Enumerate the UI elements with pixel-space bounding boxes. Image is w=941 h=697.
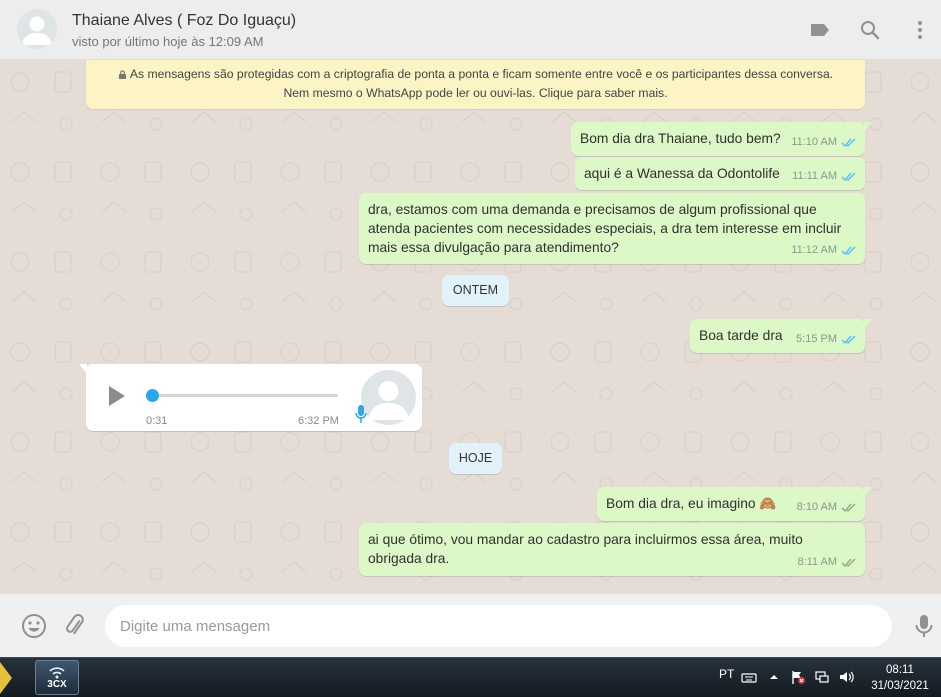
message-text: dra, estamos com uma demanda e precisamo… — [368, 202, 842, 255]
message-outgoing[interactable]: dra, estamos com uma demanda e precisamo… — [359, 193, 865, 264]
contact-avatar[interactable] — [17, 9, 57, 49]
contact-name[interactable]: Thaiane Alves ( Foz Do Iguaçu) — [72, 12, 296, 30]
encryption-notice[interactable]: As mensagens são protegidas com a cripto… — [86, 60, 865, 109]
message-outgoing[interactable]: ai que ótimo, vou mandar ao cadastro par… — [359, 523, 865, 576]
encryption-line-2: Nem mesmo o WhatsApp pode ler ou ouvi-la… — [283, 86, 668, 100]
double-check-read-icon — [841, 138, 856, 147]
encryption-line-1: As mensagens são protegidas com a cripto… — [86, 65, 865, 84]
message-time: 11:12 AM — [791, 244, 837, 256]
chat-header: Thaiane Alves ( Foz Do Iguaçu) visto por… — [0, 0, 941, 60]
message-outgoing[interactable]: aqui é a Wanessa da Odontolife 11:11 AM — [575, 157, 865, 190]
double-check-delivered-icon — [841, 558, 856, 567]
message-time: 5:15 PM — [796, 333, 837, 345]
contact-last-seen: visto por último hoje às 12:09 AM — [72, 34, 264, 49]
message-time: 11:10 AM — [791, 136, 837, 148]
menu-icon[interactable] — [908, 18, 932, 42]
message-incoming-voice[interactable]: 0:31 6:32 PM — [79, 364, 422, 431]
message-text: Bom dia dra Thaiane, tudo bem? — [580, 131, 781, 146]
search-icon[interactable] — [858, 18, 882, 42]
double-check-delivered-icon — [841, 503, 856, 512]
message-outgoing[interactable]: Bom dia dra Thaiane, tudo bem? 11:10 AM — [571, 122, 872, 156]
action-center-flag-icon[interactable] — [790, 669, 806, 685]
message-text: ai que ótimo, vou mandar ao cadastro par… — [368, 532, 803, 566]
message-time: 11:11 AM — [792, 170, 837, 182]
date-divider: ONTEM — [442, 275, 509, 306]
message-composer — [0, 594, 941, 657]
play-icon[interactable] — [108, 385, 126, 407]
bubble-tail — [864, 319, 872, 329]
wifi-icon — [49, 667, 65, 679]
keyboard-icon[interactable] — [741, 669, 757, 685]
clock-date: 31/03/2021 — [871, 680, 929, 692]
label-icon[interactable] — [808, 18, 832, 42]
message-time: 6:32 PM — [298, 415, 339, 427]
attach-icon[interactable] — [62, 613, 88, 639]
double-check-read-icon — [841, 246, 856, 255]
message-text: Bom dia dra, eu imagino 🙈 — [606, 496, 777, 511]
os-taskbar: 3CX PT 08:11 31/03/2021 — [0, 657, 941, 697]
show-hidden-icons-icon[interactable] — [766, 669, 782, 685]
sender-avatar — [361, 370, 416, 425]
chat-area[interactable]: As mensagens são protegidas com a cripto… — [0, 60, 941, 594]
language-indicator[interactable]: PT — [719, 667, 734, 681]
lock-icon — [118, 70, 126, 79]
message-time: 8:10 AM — [796, 501, 837, 513]
audio-progress-track[interactable] — [152, 394, 338, 397]
bubble-tail — [864, 122, 872, 132]
emoji-icon[interactable] — [21, 613, 47, 639]
volume-icon[interactable] — [838, 669, 854, 685]
message-time: 8:11 AM — [797, 556, 837, 568]
double-check-read-icon — [841, 335, 856, 344]
message-input[interactable] — [105, 605, 892, 647]
microphone-icon — [355, 405, 367, 423]
bubble-tail — [864, 487, 872, 497]
microphone-icon[interactable] — [911, 613, 937, 639]
audio-seek-handle[interactable] — [146, 389, 159, 402]
system-clock[interactable]: 08:11 31/03/2021 — [862, 662, 938, 694]
date-divider: HOJE — [449, 443, 502, 474]
bubble-tail — [79, 364, 87, 374]
double-check-read-icon — [841, 172, 856, 181]
start-button[interactable] — [0, 662, 12, 694]
message-text: Boa tarde dra — [699, 328, 783, 343]
taskbar-app-3cx[interactable]: 3CX — [35, 660, 79, 695]
message-outgoing[interactable]: Bom dia dra, eu imagino 🙈 8:10 AM — [597, 487, 872, 521]
network-icon[interactable] — [814, 669, 830, 685]
message-outgoing[interactable]: Boa tarde dra 5:15 PM — [690, 319, 872, 353]
clock-time: 08:11 — [886, 664, 914, 676]
audio-duration: 0:31 — [146, 415, 168, 427]
message-text: aqui é a Wanessa da Odontolife — [584, 166, 780, 181]
see-no-evil-monkey-emoji: 🙈 — [759, 496, 777, 511]
taskbar-app-label: 3CX — [47, 679, 67, 690]
